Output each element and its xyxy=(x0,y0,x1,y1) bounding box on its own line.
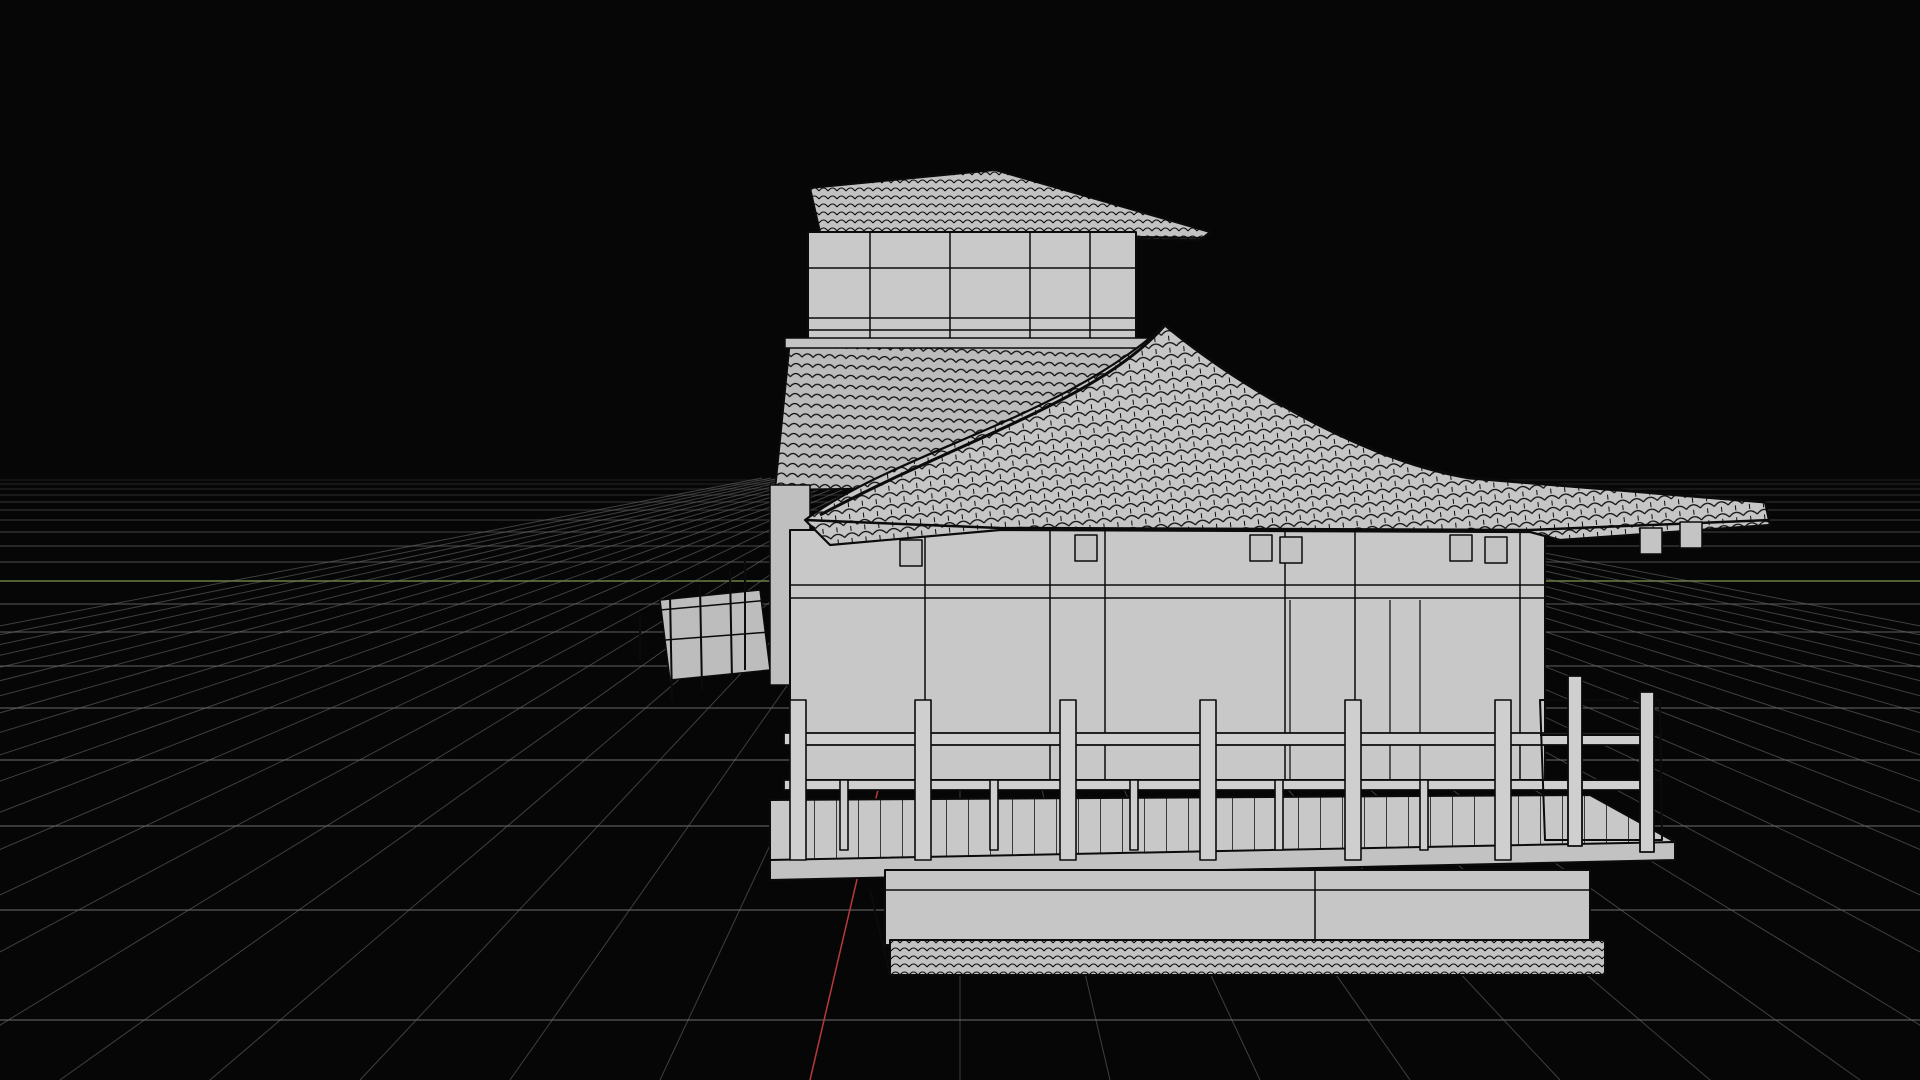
grid-line-radial xyxy=(0,477,781,646)
grid-line-radial xyxy=(0,477,862,813)
grid-line-radial xyxy=(0,477,826,714)
railing-post xyxy=(1419,779,1429,851)
top-tier-walls xyxy=(807,231,1137,341)
railing-post xyxy=(1494,699,1512,861)
grid-line-radial xyxy=(0,477,880,896)
railing-post xyxy=(1129,779,1139,851)
grid-line-radial xyxy=(0,477,871,850)
grid-line-radial xyxy=(0,477,853,782)
front-deck xyxy=(769,794,1676,976)
grid-line-radial xyxy=(0,477,844,756)
railing-post xyxy=(989,779,999,851)
top-roof xyxy=(809,169,1211,241)
pagoda-model[interactable] xyxy=(639,169,1772,976)
railing-post xyxy=(839,779,849,851)
railing-post xyxy=(914,699,932,861)
railing-post xyxy=(1274,779,1284,851)
railing-post xyxy=(1344,699,1362,861)
grid-line-radial xyxy=(0,477,763,627)
grid-line-radial xyxy=(0,477,799,668)
grid-line-radial xyxy=(0,477,790,656)
viewport-canvas[interactable] xyxy=(0,0,1920,1080)
railing-post xyxy=(1199,699,1217,861)
railing-post xyxy=(789,699,807,861)
3d-viewport[interactable] xyxy=(0,0,1920,1080)
grid-line-radial xyxy=(0,477,817,697)
railing-post xyxy=(1059,699,1077,861)
